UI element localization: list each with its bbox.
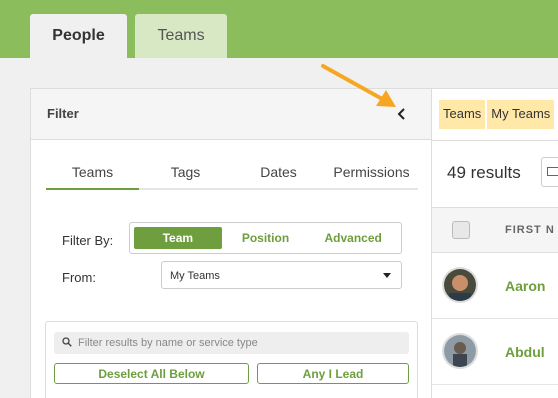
filter-by-team[interactable]: Team (134, 227, 222, 249)
avatar (442, 267, 478, 303)
table-header: FIRST N (432, 207, 558, 253)
filter-subtabs: Teams Tags Dates Permissions (46, 160, 418, 190)
tab-teams[interactable]: Teams (135, 14, 227, 58)
tab-people[interactable]: People (30, 14, 127, 58)
divider (432, 140, 558, 141)
table-row[interactable]: Abdul (432, 319, 558, 385)
filter-title: Filter (47, 106, 79, 121)
email-button[interactable] (541, 157, 558, 187)
filter-by-label: Filter By: (62, 233, 114, 248)
mail-icon (547, 167, 558, 176)
subtab-permissions[interactable]: Permissions (325, 160, 418, 188)
filter-by-advanced[interactable]: Advanced (309, 227, 397, 249)
avatar (442, 333, 478, 369)
annotation-arrow-icon (321, 64, 396, 107)
people-results-panel: Teams My Teams 49 results FIRST N Aaron (432, 88, 558, 398)
subtab-teams[interactable]: Teams (46, 160, 139, 190)
person-name-link[interactable]: Abdul (505, 344, 545, 360)
subtab-dates[interactable]: Dates (232, 160, 325, 188)
from-select-value: My Teams (170, 270, 220, 282)
deselect-all-button[interactable]: Deselect All Below (54, 363, 249, 384)
select-all-checkbox[interactable] (452, 221, 470, 239)
filter-by-segmented-control: Team Position Advanced (129, 222, 402, 254)
table-row[interactable]: Aaron (432, 253, 558, 319)
from-label: From: (62, 270, 96, 285)
filter-results-box: Filter results by name or service type D… (45, 321, 418, 398)
top-nav-bar: People Teams (0, 0, 558, 58)
any-i-lead-button[interactable]: Any I Lead (257, 363, 409, 384)
search-icon (62, 337, 72, 347)
from-select[interactable]: My Teams (161, 261, 402, 289)
column-header-first-name[interactable]: FIRST N (505, 224, 555, 236)
filter-search-input[interactable]: Filter results by name or service type (54, 332, 409, 354)
active-filter-badges: Teams My Teams (439, 100, 555, 129)
filter-by-position[interactable]: Position (222, 227, 310, 249)
subtab-tags[interactable]: Tags (139, 160, 232, 188)
person-name-link[interactable]: Aaron (505, 278, 545, 294)
badge-my-teams: My Teams (487, 100, 555, 129)
search-placeholder: Filter results by name or service type (78, 337, 258, 349)
filter-panel: Filter Teams Tags Dates Permissions Filt… (30, 88, 432, 398)
badge-teams: Teams (439, 100, 486, 129)
caret-down-icon (383, 273, 391, 278)
results-count: 49 results (447, 163, 521, 182)
